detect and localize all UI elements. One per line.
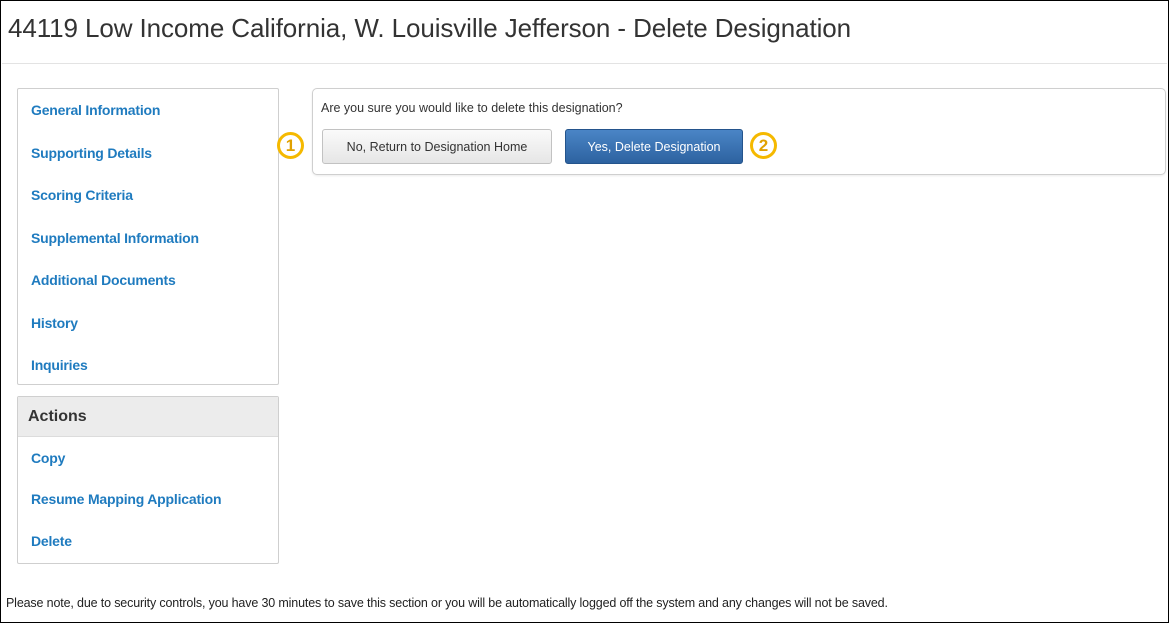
actions-header: Actions — [18, 397, 278, 437]
delete-designation-button[interactable]: Yes, Delete Designation — [565, 129, 743, 164]
callout-marker-1: 1 — [277, 132, 304, 159]
return-to-designation-home-button[interactable]: No, Return to Designation Home — [322, 129, 552, 164]
sidebar-item-scoring-criteria[interactable]: Scoring Criteria — [31, 187, 133, 203]
action-copy-link[interactable]: Copy — [31, 450, 65, 466]
confirmation-question: Are you sure you would like to delete th… — [321, 101, 623, 115]
title-divider — [2, 63, 1167, 64]
sidebar-item-inquiries[interactable]: Inquiries — [31, 357, 88, 373]
sidebar-item-supporting-details[interactable]: Supporting Details — [31, 145, 152, 161]
page-frame: 44119 Low Income California, W. Louisvil… — [0, 0, 1169, 623]
actions-panel: Actions Copy Resume Mapping Application … — [17, 396, 279, 564]
sidebar-item-history[interactable]: History — [31, 315, 78, 331]
delete-confirmation-panel: Are you sure you would like to delete th… — [312, 88, 1166, 175]
sidebar-item-additional-documents[interactable]: Additional Documents — [31, 272, 176, 288]
security-timeout-notice: Please note, due to security controls, y… — [6, 596, 888, 610]
actions-title: Actions — [28, 408, 87, 425]
sidebar-item-supplemental-information[interactable]: Supplemental Information — [31, 230, 199, 246]
callout-marker-2: 2 — [750, 132, 777, 159]
sidebar-navigation: General Information Supporting Details S… — [17, 88, 279, 385]
page-title: 44119 Low Income California, W. Louisvil… — [8, 13, 851, 43]
action-resume-mapping-application-link[interactable]: Resume Mapping Application — [31, 491, 221, 507]
sidebar-item-general-information[interactable]: General Information — [31, 102, 160, 118]
action-delete-link[interactable]: Delete — [31, 533, 72, 549]
